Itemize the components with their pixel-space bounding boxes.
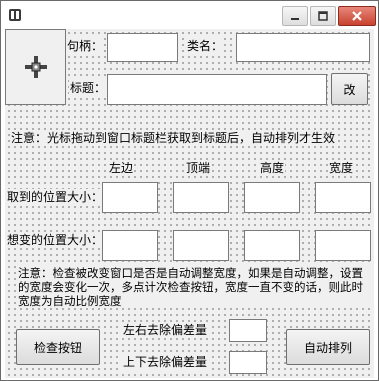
col-width-label: 宽度 [328, 160, 355, 176]
hint-auto-width: 注意：检查被改变窗口是否是自动调整宽度，如果是自动调整，设置的宽度会变化一次，多… [18, 266, 372, 308]
desired-left-field[interactable] [102, 230, 158, 261]
hint-drag-cursor: 注意：光标拖动到窗口标题栏获取到标题后，自动排列才生效 [10, 130, 337, 146]
app-window: 句柄： 类名： 标题： 改 注意：光标拖动到窗口标题栏获取到标题后，自动排列才生… [0, 0, 379, 381]
window-finder-tool[interactable] [5, 29, 66, 105]
crosshair-icon [24, 56, 47, 78]
close-icon [352, 11, 362, 21]
auto-arrange-button[interactable]: 自动排列 [286, 329, 370, 365]
desired-top-field[interactable] [173, 230, 229, 261]
title-field[interactable] [107, 74, 327, 105]
lr-offset-label: 左右去除偏差量 [122, 322, 209, 338]
maximize-button[interactable] [310, 6, 336, 26]
lr-offset-field[interactable] [229, 319, 267, 342]
check-button[interactable]: 检查按钮 [16, 329, 100, 365]
change-button[interactable]: 改 [331, 73, 368, 105]
minimize-button[interactable] [282, 6, 308, 26]
handle-label: 句柄： [66, 38, 105, 54]
tb-offset-field[interactable] [229, 351, 267, 374]
handle-field[interactable] [107, 33, 178, 62]
app-icon [9, 9, 21, 21]
col-left-label: 左边 [108, 160, 135, 176]
desired-row-label: 想变的位置大小： [6, 232, 105, 248]
desired-width-field[interactable] [315, 230, 371, 261]
col-height-label: 高度 [259, 160, 286, 176]
client-area: 句柄： 类名： 标题： 改 注意：光标拖动到窗口标题栏获取到标题后，自动排列才生… [5, 29, 374, 378]
classname-label: 类名： [186, 38, 225, 54]
minimize-icon [291, 18, 299, 20]
maximize-icon [318, 11, 328, 21]
obtained-width-field[interactable] [315, 182, 371, 213]
obtained-top-field[interactable] [173, 182, 229, 213]
close-button[interactable] [338, 6, 376, 26]
col-top-label: 顶端 [185, 160, 212, 176]
tb-offset-label: 上下去除偏差量 [122, 354, 209, 370]
title-bar[interactable] [1, 1, 378, 29]
classname-field[interactable] [236, 33, 370, 62]
title-label: 标题： [69, 80, 108, 96]
obtained-height-field[interactable] [244, 182, 300, 213]
obtained-left-field[interactable] [102, 182, 158, 213]
obtained-row-label: 取到的位置大小： [6, 189, 105, 205]
desired-height-field[interactable] [244, 230, 300, 261]
